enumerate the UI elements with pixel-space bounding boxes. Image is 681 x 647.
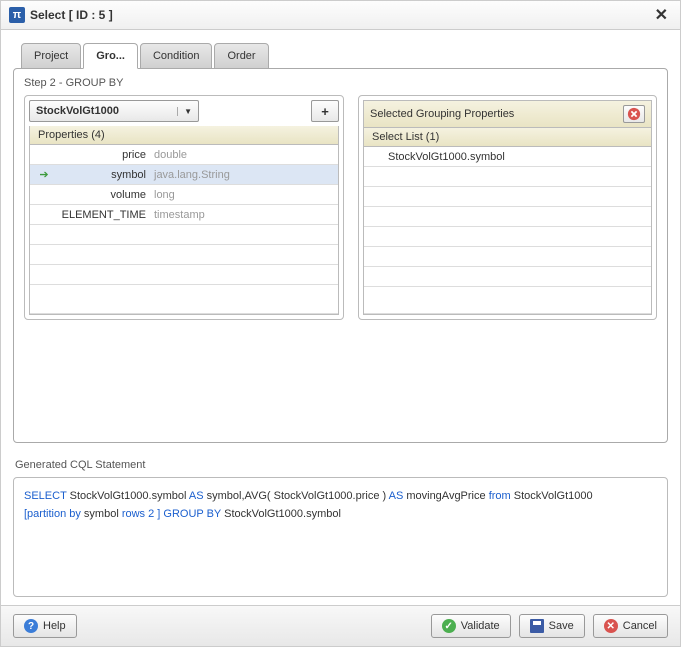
tab-group[interactable]: Gro... (83, 43, 138, 69)
selected-panel: Selected Grouping Properties Select List… (358, 95, 657, 320)
property-row[interactable]: volume long (30, 185, 338, 205)
empty-row (364, 247, 651, 267)
cql-statement-box[interactable]: SELECT StockVolGt1000.symbol AS symbol,A… (13, 477, 668, 597)
title-bar: π Select [ ID : 5 ] ✕ (1, 1, 680, 30)
empty-row (364, 267, 651, 287)
property-row[interactable]: price double (30, 145, 338, 165)
properties-panel: StockVolGt1000 ▼ + Properties (4) price … (24, 95, 344, 320)
tab-content: Step 2 - GROUP BY StockVolGt1000 ▼ + Pro… (13, 68, 668, 443)
generated-label: Generated CQL Statement (15, 459, 668, 471)
validate-button[interactable]: ✓ Validate (431, 614, 511, 638)
close-icon[interactable]: ✕ (651, 5, 672, 25)
panels: StockVolGt1000 ▼ + Properties (4) price … (24, 95, 657, 320)
empty-row (30, 265, 338, 285)
empty-row (364, 187, 651, 207)
properties-grid: Properties (4) price double ➔ symbol jav… (29, 126, 339, 315)
step-label: Step 2 - GROUP BY (24, 77, 657, 89)
properties-header: Properties (4) (30, 126, 338, 145)
selected-grid: Select List (1) StockVolGt1000.symbol (363, 128, 652, 315)
select-dialog: π Select [ ID : 5 ] ✕ Project Gro... Con… (0, 0, 681, 647)
add-button[interactable]: + (311, 100, 339, 122)
check-icon: ✓ (442, 619, 456, 633)
dialog-title: Select [ ID : 5 ] (30, 8, 113, 22)
help-button[interactable]: ? Help (13, 614, 77, 638)
source-dropdown[interactable]: StockVolGt1000 ▼ (29, 100, 199, 122)
empty-row (364, 167, 651, 187)
empty-row (30, 225, 338, 245)
empty-row (30, 285, 338, 314)
select-list-header: Select List (1) (364, 128, 651, 147)
property-row[interactable]: ELEMENT_TIME timestamp (30, 205, 338, 225)
empty-row (364, 207, 651, 227)
footer: ? Help ✓ Validate Save ✕ Cancel (1, 605, 680, 646)
tab-project[interactable]: Project (21, 43, 81, 69)
empty-row (364, 287, 651, 314)
save-icon (530, 619, 544, 633)
remove-button[interactable] (623, 105, 645, 123)
tab-bar: Project Gro... Condition Order (21, 42, 668, 68)
selected-panel-header: Selected Grouping Properties (363, 100, 652, 128)
tab-condition[interactable]: Condition (140, 43, 212, 69)
cancel-icon: ✕ (604, 619, 618, 633)
dropdown-value: StockVolGt1000 (36, 105, 119, 117)
empty-row (30, 245, 338, 265)
pi-icon: π (9, 7, 25, 23)
empty-row (364, 227, 651, 247)
selected-item-row[interactable]: StockVolGt1000.symbol (364, 147, 651, 167)
save-button[interactable]: Save (519, 614, 585, 638)
tab-order[interactable]: Order (214, 43, 268, 69)
property-row[interactable]: ➔ symbol java.lang.String (30, 165, 338, 185)
x-icon (627, 107, 641, 121)
chevron-down-icon: ▼ (177, 107, 192, 116)
cancel-button[interactable]: ✕ Cancel (593, 614, 668, 638)
help-icon: ? (24, 619, 38, 633)
arrow-right-icon: ➔ (39, 168, 48, 181)
content-area: Project Gro... Condition Order Step 2 - … (1, 30, 680, 605)
